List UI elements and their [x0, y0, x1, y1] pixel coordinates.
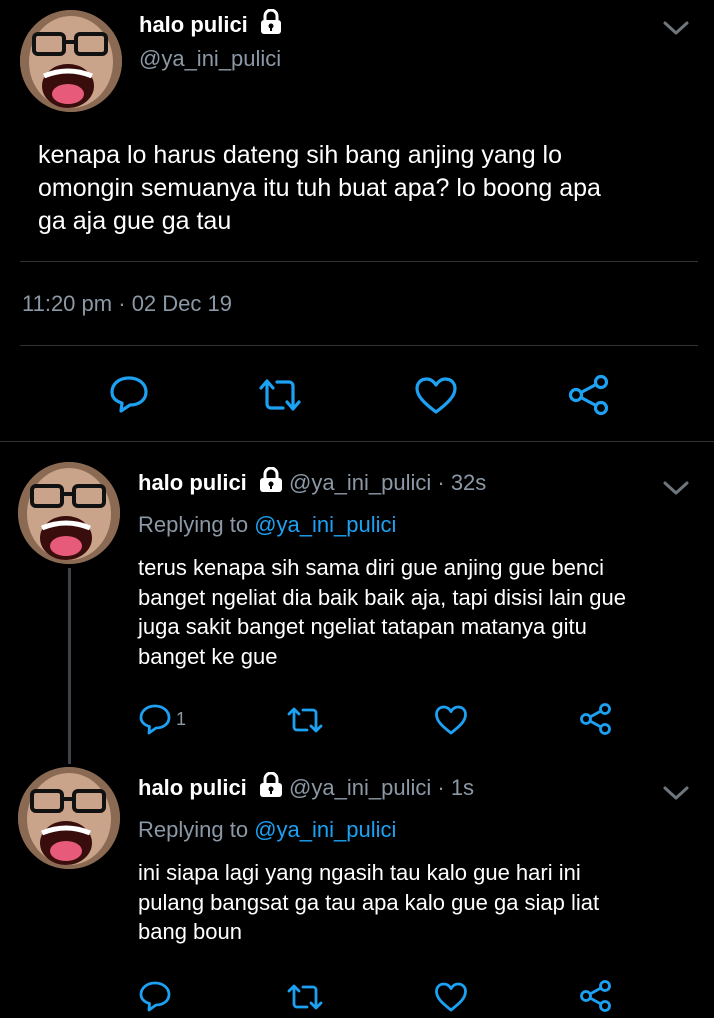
tweet-age[interactable]: 1s — [451, 775, 474, 800]
retweet-icon[interactable] — [285, 982, 325, 1012]
reply-header: halo pulici @ya_ini_pulici · 1s — [138, 771, 474, 806]
tweet-text-line: kenapa lo harus dateng sih bang anjing y… — [38, 141, 563, 169]
chevron-down-icon[interactable] — [662, 18, 690, 38]
tweet-text: kenapa lo harus dateng sih bang anjing y… — [38, 139, 698, 238]
thread-line — [68, 568, 71, 764]
handle[interactable]: @ya_ini_pulici — [289, 775, 431, 800]
tweet-text-line: banget ke gue — [138, 643, 278, 669]
avatar[interactable] — [18, 767, 120, 869]
like-icon[interactable] — [434, 981, 468, 1013]
handle[interactable]: @ya_ini_pulici — [139, 44, 281, 74]
replying-prefix: Replying to — [138, 817, 249, 842]
retweet-icon[interactable] — [285, 705, 325, 735]
replying-to: Replying to @ya_ini_pulici — [138, 815, 396, 845]
separator: · — [437, 774, 445, 800]
like-icon[interactable] — [434, 704, 468, 736]
tweet-text-line: juga sakit banget ngeliat tatapan matany… — [138, 614, 587, 639]
separator: · — [118, 291, 126, 316]
tweet-text-line: terus kenapa sih sama diri gue anjing gu… — [138, 555, 604, 580]
tweet-text-line: banget ngeliat dia baik baik aja, tapi d… — [138, 584, 626, 610]
reply-header: halo pulici @ya_ini_pulici · 32s — [138, 466, 486, 501]
display-name[interactable]: halo pulici — [138, 470, 247, 495]
reply-count: 1 — [176, 708, 187, 729]
replying-to: Replying to @ya_ini_pulici — [138, 510, 396, 540]
display-name[interactable]: halo pulici — [139, 12, 248, 37]
like-icon[interactable] — [414, 376, 458, 416]
timestamp[interactable]: 11:20 pm — [22, 291, 112, 316]
lock-icon — [259, 466, 283, 501]
reply-button[interactable]: 1 — [138, 703, 186, 735]
avatar[interactable] — [18, 462, 120, 564]
share-icon[interactable] — [578, 979, 612, 1013]
tweet-text-line: bang boun — [138, 919, 242, 944]
chevron-down-icon[interactable] — [662, 478, 690, 498]
reply-icon — [138, 980, 172, 1012]
separator: · — [437, 469, 445, 495]
divider — [20, 261, 698, 262]
share-icon[interactable] — [566, 374, 610, 416]
lock-icon — [259, 771, 283, 806]
tweet-text-line: ga aja gue ga tau — [38, 207, 232, 235]
tweet-text: terus kenapa sih sama diri gue anjing gu… — [138, 553, 708, 671]
author-row: halo pulici — [139, 8, 282, 39]
display-name[interactable]: halo pulici — [138, 775, 247, 800]
divider — [0, 441, 714, 442]
retweet-icon[interactable] — [256, 376, 304, 414]
tweet-text-line: omongin semuanya itu tuh buat apa? lo bo… — [38, 174, 601, 202]
lock-icon — [260, 8, 282, 43]
handle[interactable]: @ya_ini_pulici — [289, 470, 431, 495]
tweet-text: ini siapa lagi yang ngasih tau kalo gue … — [138, 858, 708, 947]
divider — [20, 345, 698, 346]
tweet-text-line: ini siapa lagi yang ngasih tau kalo gue … — [138, 860, 581, 885]
avatar[interactable] — [20, 10, 122, 112]
tweet-text-line: pulang bangsat ga tau apa kalo gue ga si… — [138, 889, 600, 915]
replying-prefix: Replying to — [138, 512, 249, 537]
chevron-down-icon[interactable] — [662, 783, 690, 803]
reply-icon[interactable] — [108, 374, 150, 414]
tweet-age[interactable]: 32s — [451, 470, 486, 495]
replying-to-link[interactable]: @ya_ini_pulici — [254, 512, 396, 537]
share-icon[interactable] — [578, 702, 612, 736]
timestamp-row: 11:20 pm · 02 Dec 19 — [22, 289, 232, 319]
reply-icon — [138, 703, 172, 735]
replying-to-link[interactable]: @ya_ini_pulici — [254, 817, 396, 842]
reply-button[interactable] — [138, 980, 176, 1012]
date[interactable]: 02 Dec 19 — [132, 291, 232, 316]
